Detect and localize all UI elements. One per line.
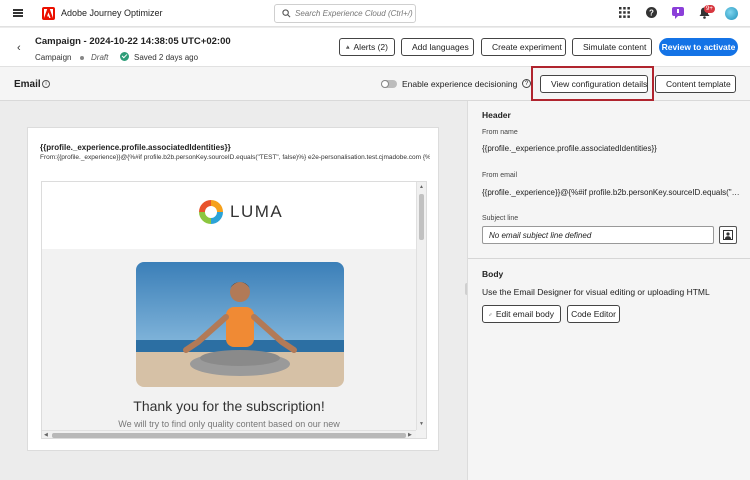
svg-text:?: ? xyxy=(649,8,654,17)
personalization-icon xyxy=(723,230,733,240)
subject-line-input[interactable] xyxy=(482,226,714,244)
preview-vertical-scrollbar[interactable]: ▲ ▼ xyxy=(416,182,426,430)
top-bar: Adobe Journey Optimizer ? 9+ xyxy=(0,0,750,27)
feedback-icon[interactable] xyxy=(672,7,684,19)
search-box[interactable] xyxy=(274,4,416,23)
create-experiment-label: Create experiment xyxy=(492,42,562,52)
from-name-value: {{profile._experience.profile.associated… xyxy=(482,144,657,153)
configuration-highlight xyxy=(531,66,654,101)
notification-count-badge: 9+ xyxy=(704,5,715,13)
campaign-header: ‹ Campaign - 2024-10-22 14:38:05 UTC+02:… xyxy=(0,28,750,67)
email-info-icon[interactable]: i xyxy=(42,80,50,88)
campaign-type: Campaign xyxy=(35,53,72,62)
luma-logo-icon xyxy=(199,200,223,224)
search-icon xyxy=(282,9,291,18)
brand-name: LUMA xyxy=(230,202,284,221)
experience-decisioning-label: Enable experience decisioning xyxy=(402,79,518,89)
alerts-label: Alerts (2) xyxy=(353,42,388,52)
preview-horizontal-scrollbar[interactable]: ◀ ▶ xyxy=(42,430,416,438)
email-preview-card: {{profile._experience.profile.associated… xyxy=(27,127,439,451)
horizontal-scroll-thumb[interactable] xyxy=(52,433,406,438)
scroll-left-arrow-icon[interactable]: ◀ xyxy=(44,432,48,438)
saved-status: Saved 2 days ago xyxy=(134,53,199,62)
body-section-title: Body xyxy=(482,269,504,279)
edit-email-body-button[interactable]: Edit email body xyxy=(482,305,561,323)
app-name[interactable]: Adobe Journey Optimizer xyxy=(61,8,163,18)
from-email-value: {{profile._experience}}@{%#if profile.b2… xyxy=(482,188,744,197)
section-divider xyxy=(468,258,750,259)
code-editor-button[interactable]: Code Editor xyxy=(567,305,620,323)
campaign-status: Draft xyxy=(91,53,109,62)
back-chevron-icon[interactable]: ‹ xyxy=(17,42,21,54)
create-experiment-button[interactable]: Create experiment xyxy=(481,38,566,56)
from-name-label: From name xyxy=(482,129,518,136)
thank-you-heading: Thank you for the subscription! xyxy=(133,398,325,414)
apps-grid-icon[interactable] xyxy=(619,7,630,18)
email-settings-panel: Header From name {{profile._experience.p… xyxy=(467,101,750,480)
menu-icon[interactable] xyxy=(13,9,23,17)
email-label: Email xyxy=(14,79,41,90)
review-to-activate-button[interactable]: Review to activate xyxy=(659,38,738,56)
simulate-content-button[interactable]: Simulate content xyxy=(572,38,652,56)
scroll-up-arrow-icon[interactable]: ▲ xyxy=(419,184,424,190)
search-input[interactable] xyxy=(295,6,413,21)
alert-icon xyxy=(346,45,350,49)
quality-content-text: We will try to find only quality content… xyxy=(118,419,340,429)
content-template-label: Content template xyxy=(666,79,731,89)
edit-email-body-label: Edit email body xyxy=(495,309,554,319)
add-languages-button[interactable]: Add languages xyxy=(401,38,474,56)
experience-decisioning-toggle[interactable] xyxy=(381,80,397,88)
pencil-icon xyxy=(489,312,492,316)
preview-from-email: From:{{profile._experience}}@{%#if profi… xyxy=(40,154,430,161)
body-description: Use the Email Designer for visual editin… xyxy=(482,287,710,297)
email-preview-frame[interactable]: LUMA Thank you for the subscription! We … xyxy=(41,181,427,439)
simulate-content-label: Simulate content xyxy=(583,42,647,52)
personalization-button[interactable] xyxy=(719,226,737,244)
add-languages-label: Add languages xyxy=(412,42,469,52)
status-dot-icon xyxy=(80,56,84,60)
from-email-label: From email xyxy=(482,172,518,179)
scroll-right-arrow-icon[interactable]: ▶ xyxy=(408,432,412,438)
brand-header: LUMA xyxy=(42,182,416,249)
yoga-hero-image xyxy=(136,262,344,387)
adobe-logo-icon xyxy=(42,7,55,20)
subject-line-label: Subject line xyxy=(482,215,519,222)
decisioning-help-icon[interactable]: ? xyxy=(522,79,531,88)
vertical-scroll-thumb[interactable] xyxy=(419,194,424,240)
campaign-title: Campaign - 2024-10-22 14:38:05 UTC+02:00 xyxy=(35,36,231,47)
scroll-down-arrow-icon[interactable]: ▼ xyxy=(419,421,424,427)
saved-check-icon xyxy=(120,52,129,61)
header-section-title: Header xyxy=(482,110,511,120)
alerts-button[interactable]: Alerts (2) xyxy=(339,38,395,56)
preview-from-name: {{profile._experience.profile.associated… xyxy=(40,143,231,152)
user-avatar[interactable] xyxy=(725,7,738,20)
content-template-button[interactable]: Content template xyxy=(655,75,736,93)
help-icon[interactable]: ? xyxy=(646,7,657,18)
